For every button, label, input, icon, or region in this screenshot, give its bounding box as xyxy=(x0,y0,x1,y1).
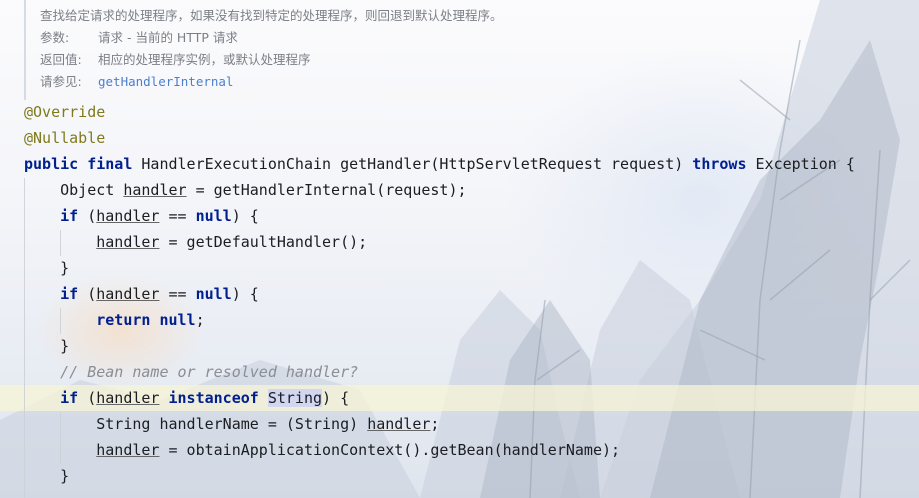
code-line: if (handler == null) { xyxy=(24,203,259,229)
doc-param-value: 请求 - 当前的 HTTP 请求 xyxy=(98,30,238,45)
code-text: = obtainApplicationContext().getBean(han… xyxy=(159,441,621,459)
variable: handler xyxy=(96,441,160,459)
variable: handler xyxy=(96,207,160,225)
doc-see-link[interactable]: getHandlerInternal xyxy=(98,74,233,89)
annotation: @Override xyxy=(24,103,106,121)
code-line: } xyxy=(24,463,69,489)
code-text: ( xyxy=(78,207,97,225)
code-line: @Override xyxy=(24,99,105,125)
code-text: == xyxy=(159,285,196,303)
code-line-comment: // Bean name or resolved handler? xyxy=(24,359,358,385)
code-line: if (handler == null) { xyxy=(24,281,259,307)
code-line: @Nullable xyxy=(24,125,105,151)
code-text: ) { xyxy=(231,207,259,225)
keyword: null xyxy=(195,207,232,225)
code-text: == xyxy=(159,207,196,225)
doc-return-row: 返回值: 相应的处理程序实例，或默认处理程序 xyxy=(40,50,311,70)
keyword: throws xyxy=(692,155,747,173)
keyword: return xyxy=(96,311,151,329)
doc-return-value: 相应的处理程序实例，或默认处理程序 xyxy=(98,52,311,67)
annotation: @Nullable xyxy=(24,129,106,147)
variable: handler xyxy=(96,285,160,303)
code-text: HandlerExecutionChain getHandler(HttpSer… xyxy=(132,155,693,173)
keyword: final xyxy=(87,155,133,173)
keyword: null xyxy=(195,285,232,303)
code-text: ) { xyxy=(231,285,259,303)
keyword: public xyxy=(24,155,79,173)
keyword: if xyxy=(60,389,79,407)
code-text: Object xyxy=(24,181,124,199)
code-text: } xyxy=(24,337,70,355)
code-text: } xyxy=(24,259,70,277)
doc-description: 查找给定请求的处理程序，如果没有找到特定的处理程序，则回退到默认处理程序。 xyxy=(40,8,503,23)
code-line: } xyxy=(24,333,69,359)
comment: // Bean name or resolved handler? xyxy=(60,363,359,381)
keyword: if xyxy=(60,285,79,303)
variable: handler xyxy=(96,233,160,251)
code-text: Exception { xyxy=(746,155,855,173)
doc-see-row: 请参见: getHandlerInternal xyxy=(40,72,233,92)
code-text: ( xyxy=(78,389,97,407)
code-text: ( xyxy=(78,285,97,303)
doc-param-key: 参数: xyxy=(40,30,70,45)
code-text: String handlerName = (String) xyxy=(96,415,368,433)
javadoc-block: 查找给定请求的处理程序，如果没有找到特定的处理程序，则回退到默认处理程序。 参数… xyxy=(24,0,546,100)
code-line: return null; xyxy=(24,307,205,333)
code-line: Object handler = getHandlerInternal(requ… xyxy=(24,177,467,203)
highlighted-type: String xyxy=(267,389,323,407)
code-line: String handlerName = (String) handler; xyxy=(24,411,439,437)
variable: handler xyxy=(96,389,160,407)
code-text: } xyxy=(24,467,70,485)
keyword: null xyxy=(159,311,196,329)
code-line: handler = obtainApplicationContext().get… xyxy=(24,437,620,463)
doc-see-key: 请参见: xyxy=(40,74,82,89)
keyword: if xyxy=(60,207,79,225)
code-line: } xyxy=(24,255,69,281)
code-text: = getDefaultHandler(); xyxy=(159,233,368,251)
code-text: = getHandlerInternal(request); xyxy=(186,181,467,199)
code-line: handler = getDefaultHandler(); xyxy=(24,229,367,255)
code-text: ; xyxy=(430,415,440,433)
variable: handler xyxy=(367,415,431,433)
variable: handler xyxy=(123,181,187,199)
code-line-current: if (handler instanceof String) { xyxy=(24,385,349,411)
code-text: ; xyxy=(195,311,205,329)
doc-return-key: 返回值: xyxy=(40,52,82,67)
doc-param-row: 参数: 请求 - 当前的 HTTP 请求 xyxy=(40,28,238,48)
code-text: ) { xyxy=(322,389,350,407)
keyword: instanceof xyxy=(168,389,259,407)
code-line-signature: public final HandlerExecutionChain getHa… xyxy=(24,151,855,177)
